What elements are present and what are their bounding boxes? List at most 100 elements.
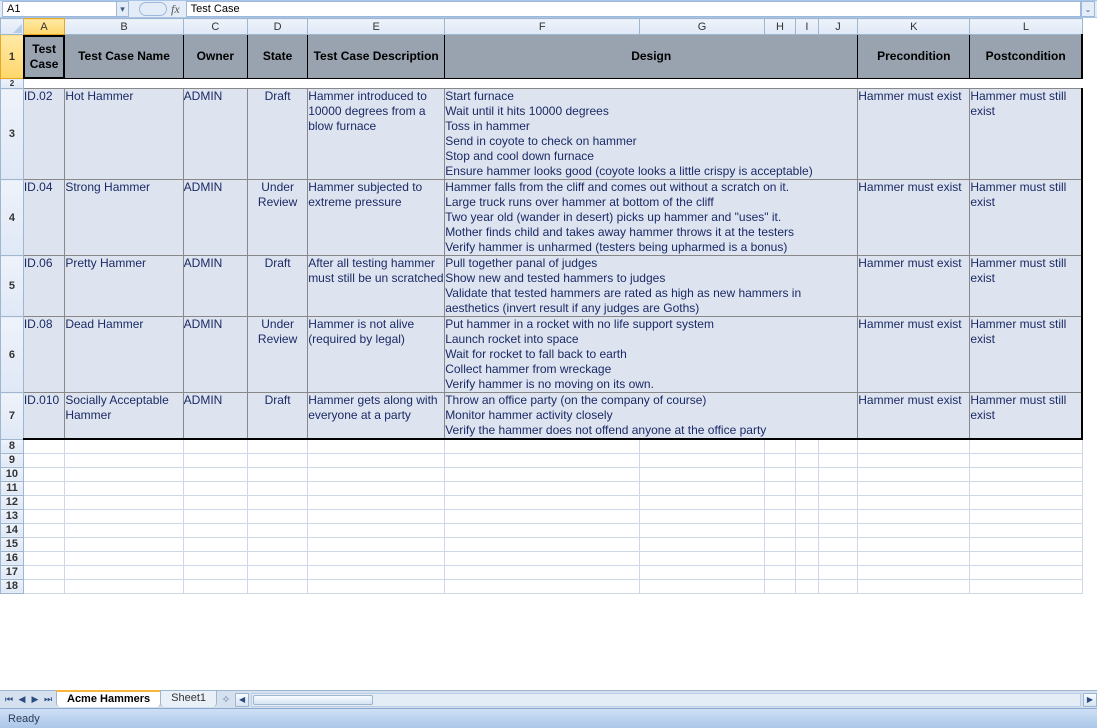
empty-cell[interactable] xyxy=(858,439,970,453)
formula-bar[interactable]: Test Case xyxy=(186,1,1081,17)
tab-next-icon[interactable]: ▶ xyxy=(30,695,40,705)
col-header-g[interactable]: G xyxy=(640,19,765,35)
empty-cell[interactable] xyxy=(970,509,1082,523)
empty-cell[interactable] xyxy=(970,481,1082,495)
empty-cell[interactable] xyxy=(640,565,765,579)
cell-state[interactable]: Under Review xyxy=(248,180,308,256)
empty-cell[interactable] xyxy=(764,439,795,453)
worksheet-grid[interactable]: A B C D E F G H I J K L 1 Test Case Test… xyxy=(0,18,1097,690)
cell-owner[interactable]: ADMIN xyxy=(183,89,247,180)
cell-name[interactable]: Hot Hammer xyxy=(65,89,183,180)
empty-cell[interactable] xyxy=(23,565,65,579)
empty-cell[interactable] xyxy=(970,495,1082,509)
empty-cell[interactable] xyxy=(818,537,857,551)
cell-design[interactable]: Start furnace Wait until it hits 10000 d… xyxy=(445,89,858,180)
empty-cell[interactable] xyxy=(764,537,795,551)
empty-cell[interactable] xyxy=(183,495,247,509)
row-header[interactable]: 10 xyxy=(1,467,24,481)
cell-pre[interactable]: Hammer must exist xyxy=(858,256,970,317)
empty-cell[interactable] xyxy=(248,481,308,495)
empty-cell[interactable] xyxy=(445,509,640,523)
empty-cell[interactable] xyxy=(308,467,445,481)
empty-cell[interactable] xyxy=(764,551,795,565)
empty-cell[interactable] xyxy=(445,467,640,481)
empty-cell[interactable] xyxy=(818,453,857,467)
fx-icon[interactable]: fx xyxy=(171,2,180,17)
empty-cell[interactable] xyxy=(65,523,183,537)
cell-id[interactable]: ID.010 xyxy=(23,393,65,440)
cell-state[interactable]: Under Review xyxy=(248,317,308,393)
hscroll-right-icon[interactable]: ▶ xyxy=(1083,693,1097,707)
empty-cell[interactable] xyxy=(858,481,970,495)
empty-cell[interactable] xyxy=(795,523,818,537)
empty-cell[interactable] xyxy=(640,551,765,565)
empty-cell[interactable] xyxy=(795,509,818,523)
empty-cell[interactable] xyxy=(795,551,818,565)
cell-id[interactable]: ID.04 xyxy=(23,180,65,256)
empty-cell[interactable] xyxy=(183,537,247,551)
empty-cell[interactable] xyxy=(248,439,308,453)
empty-cell[interactable] xyxy=(764,453,795,467)
empty-cell[interactable] xyxy=(23,579,65,593)
tab-first-icon[interactable]: ⏮ xyxy=(4,695,14,705)
empty-cell[interactable] xyxy=(183,453,247,467)
empty-cell[interactable] xyxy=(308,537,445,551)
cell-id[interactable]: ID.02 xyxy=(23,89,65,180)
hdr-desc[interactable]: Test Case Description xyxy=(308,35,445,79)
row-header[interactable]: 6 xyxy=(1,317,24,393)
cell-post[interactable]: Hammer must still exist xyxy=(970,393,1082,440)
empty-cell[interactable] xyxy=(970,439,1082,453)
col-header-d[interactable]: D xyxy=(248,19,308,35)
empty-cell[interactable] xyxy=(445,537,640,551)
empty-cell[interactable] xyxy=(183,481,247,495)
empty-cell[interactable] xyxy=(183,579,247,593)
empty-cell[interactable] xyxy=(445,495,640,509)
empty-cell[interactable] xyxy=(858,523,970,537)
select-all-cell[interactable] xyxy=(1,19,24,35)
empty-cell[interactable] xyxy=(183,565,247,579)
empty-cell[interactable] xyxy=(248,495,308,509)
empty-cell[interactable] xyxy=(795,481,818,495)
empty-cell[interactable] xyxy=(858,537,970,551)
empty-cell[interactable] xyxy=(248,509,308,523)
empty-cell[interactable] xyxy=(795,565,818,579)
tab-last-icon[interactable]: ⏭ xyxy=(43,695,53,705)
cell-design[interactable]: Pull together panal of judges Show new a… xyxy=(445,256,858,317)
col-header-h[interactable]: H xyxy=(764,19,795,35)
horizontal-scrollbar[interactable]: ◀ ▶ xyxy=(235,691,1097,708)
empty-cell[interactable] xyxy=(858,565,970,579)
empty-cell[interactable] xyxy=(858,509,970,523)
cell-name[interactable]: Socially Acceptable Hammer xyxy=(65,393,183,440)
empty-cell[interactable] xyxy=(23,551,65,565)
row-header-2[interactable]: 2 xyxy=(1,79,24,89)
row-header[interactable]: 15 xyxy=(1,537,24,551)
empty-cell[interactable] xyxy=(795,579,818,593)
empty-cell[interactable] xyxy=(818,523,857,537)
empty-cell[interactable] xyxy=(764,579,795,593)
empty-cell[interactable] xyxy=(445,453,640,467)
empty-cell[interactable] xyxy=(764,495,795,509)
cell-post[interactable]: Hammer must still exist xyxy=(970,256,1082,317)
hscroll-track[interactable] xyxy=(251,693,1081,707)
new-sheet-icon[interactable]: ✧ xyxy=(217,691,235,708)
empty-cell[interactable] xyxy=(795,537,818,551)
hscroll-left-icon[interactable]: ◀ xyxy=(235,693,249,707)
empty-cell[interactable] xyxy=(640,509,765,523)
row-header[interactable]: 3 xyxy=(1,89,24,180)
empty-cell[interactable] xyxy=(248,579,308,593)
empty-cell[interactable] xyxy=(65,495,183,509)
empty-cell[interactable] xyxy=(640,579,765,593)
empty-cell[interactable] xyxy=(183,523,247,537)
cell-name[interactable]: Dead Hammer xyxy=(65,317,183,393)
empty-cell[interactable] xyxy=(818,439,857,453)
empty-cell[interactable] xyxy=(818,565,857,579)
empty-cell[interactable] xyxy=(970,579,1082,593)
cell-id[interactable]: ID.06 xyxy=(23,256,65,317)
empty-cell[interactable] xyxy=(640,495,765,509)
empty-cell[interactable] xyxy=(818,579,857,593)
cell-pre[interactable]: Hammer must exist xyxy=(858,393,970,440)
cell-pre[interactable]: Hammer must exist xyxy=(858,180,970,256)
empty-cell[interactable] xyxy=(858,453,970,467)
empty-cell[interactable] xyxy=(65,551,183,565)
tab-prev-icon[interactable]: ◀ xyxy=(17,695,27,705)
